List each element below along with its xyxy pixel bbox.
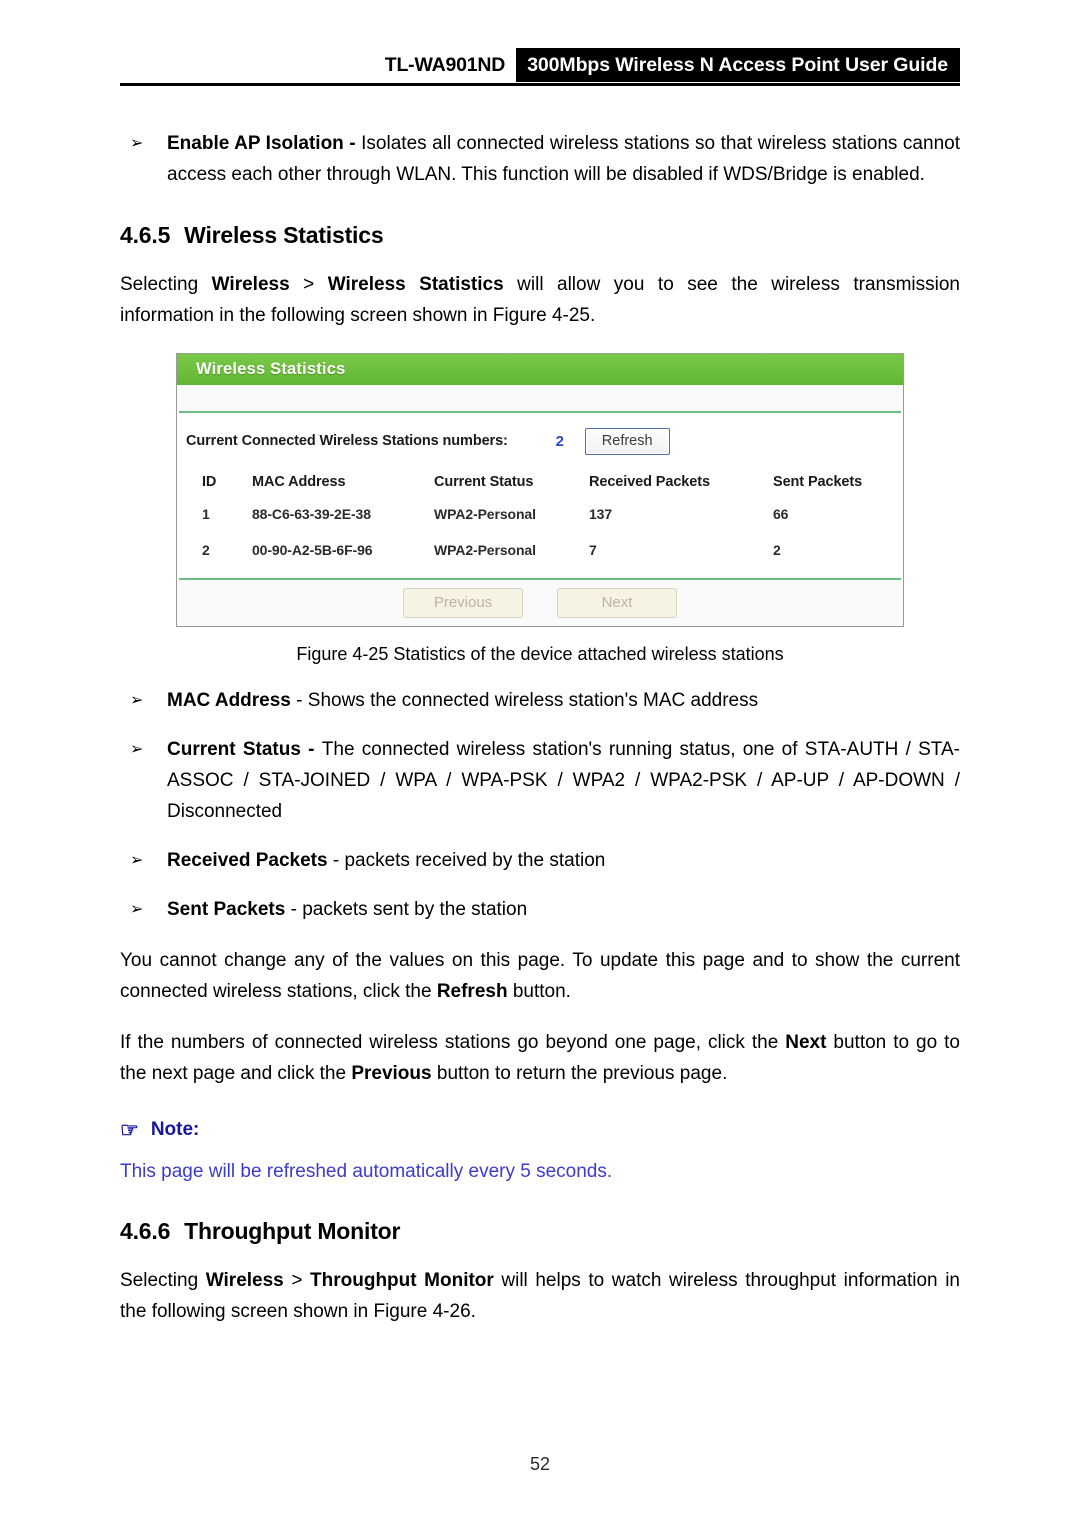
- column-header-received-packets: Received Packets: [589, 474, 710, 490]
- cell-current-status: WPA2-Personal: [434, 506, 536, 522]
- router-ui-panel: Wireless Statistics Current Connected Wi…: [176, 353, 904, 627]
- panel-body: Current Connected Wireless Stations numb…: [177, 413, 903, 578]
- connected-stations-row: Current Connected Wireless Stations numb…: [179, 413, 901, 469]
- document-header: TL-WA901ND 300Mbps Wireless N Access Poi…: [120, 0, 960, 110]
- wireless-stations-table: ID MAC Address Current Status Received P…: [179, 471, 901, 578]
- note-label: Note:: [150, 1119, 200, 1140]
- bullet-text: packets received by the station: [344, 850, 606, 871]
- bullet-sent-packets: ➢ Sent Packets - packets sent by the sta…: [120, 894, 960, 925]
- intro-pre: Selecting: [120, 1270, 206, 1291]
- bullet-dash: -: [290, 690, 308, 711]
- column-header-current-status: Current Status: [434, 474, 534, 490]
- bullet-arrow-icon: ➢: [130, 135, 144, 152]
- intro-bold-wireless: Wireless: [211, 274, 290, 295]
- table-header: ID MAC Address Current Status Received P…: [179, 471, 901, 506]
- previous-button[interactable]: Previous: [403, 588, 523, 618]
- section-466-intro-paragraph: Selecting Wireless > Throughput Monitor …: [120, 1265, 960, 1327]
- header-divider-rule: [120, 83, 960, 86]
- panel-title-text: Wireless Statistics: [196, 360, 346, 378]
- cell-id: 1: [202, 506, 210, 522]
- intro-bold-throughput-monitor: Throughput Monitor: [310, 1270, 494, 1291]
- bullet-term: Sent Packets: [167, 899, 286, 920]
- table-header-row: ID MAC Address Current Status Received P…: [179, 471, 901, 506]
- paragraph-bold-next: Next: [785, 1032, 827, 1053]
- connected-stations-label: Current Connected Wireless Stations numb…: [186, 433, 508, 449]
- column-header-mac-address: MAC Address: [252, 474, 346, 490]
- intro-pre: Selecting: [120, 274, 212, 295]
- bullet-dash: -: [300, 739, 322, 760]
- section-heading-465: 4.6.5 Wireless Statistics: [120, 222, 960, 249]
- bullet-current-status: ➢ Current Status - The connected wireles…: [120, 734, 960, 827]
- bullet-arrow-icon: ➢: [130, 692, 144, 709]
- paragraph-bold-previous: Previous: [351, 1063, 432, 1084]
- cell-mac-address: 00-90-A2-5B-6F-96: [252, 542, 373, 558]
- page-number: 52: [529, 1454, 551, 1474]
- bullet-term: Enable AP Isolation: [167, 133, 344, 154]
- bullet-dash: -: [327, 850, 345, 871]
- header-model-name: TL-WA901ND: [384, 53, 506, 76]
- paragraph-bold-refresh: Refresh: [436, 981, 508, 1002]
- cell-sent-packets: 2: [773, 542, 781, 558]
- document-page: TL-WA901ND 300Mbps Wireless N Access Poi…: [0, 0, 1080, 1527]
- bullet-term: Current Status: [167, 739, 301, 760]
- section-465-intro-paragraph: Selecting Wireless > Wireless Statistics…: [120, 269, 960, 331]
- cell-mac-address: 88-C6-63-39-2E-38: [252, 506, 371, 522]
- paragraph-refresh-info: You cannot change any of the values on t…: [120, 945, 960, 1007]
- note-heading: ☞ Note:: [120, 1119, 960, 1141]
- bullet-text: packets sent by the station: [302, 899, 528, 920]
- cell-received-packets: 137: [589, 506, 613, 522]
- section-heading-466: 4.6.6 Throughput Monitor: [120, 1218, 960, 1245]
- paragraph-text-b: button.: [507, 981, 571, 1002]
- panel-pagination-footer: Previous Next: [177, 580, 903, 626]
- bullet-dash: -: [343, 133, 362, 154]
- figure-caption: Figure 4-25 Statistics of the device att…: [296, 644, 784, 664]
- paragraph-text-a: If the numbers of connected wireless sta…: [120, 1032, 786, 1053]
- cell-sent-packets: 66: [773, 506, 789, 522]
- section-title: Wireless Statistics: [184, 222, 384, 248]
- intro-bold-wireless-statistics: Wireless Statistics: [327, 274, 504, 295]
- header-title-banner: 300Mbps Wireless N Access Point User Gui…: [516, 48, 960, 82]
- refresh-button[interactable]: Refresh: [584, 427, 670, 455]
- paragraph-text-c: button to return the previous page.: [431, 1063, 728, 1084]
- bullet-mac-address: ➢ MAC Address - Shows the connected wire…: [120, 685, 960, 716]
- figure-wireless-statistics: Wireless Statistics Current Connected Wi…: [120, 353, 960, 627]
- section-number: 4.6.6: [120, 1218, 171, 1244]
- cell-id: 2: [202, 542, 210, 558]
- section-title: Throughput Monitor: [184, 1218, 401, 1244]
- table-row: 1 88-C6-63-39-2E-38 WPA2-Personal 137 66: [179, 506, 901, 542]
- cell-current-status: WPA2-Personal: [434, 542, 536, 558]
- bullet-arrow-icon: ➢: [130, 852, 144, 869]
- bullet-term: MAC Address: [167, 690, 291, 711]
- intro-gt: >: [283, 1270, 311, 1291]
- column-header-sent-packets: Sent Packets: [773, 474, 863, 490]
- panel-title-bar: Wireless Statistics: [177, 354, 903, 385]
- bullet-arrow-icon: ➢: [130, 901, 144, 918]
- intro-gt: >: [289, 274, 328, 295]
- paragraph-pagination-info: If the numbers of connected wireless sta…: [120, 1027, 960, 1089]
- section-number: 4.6.5: [120, 222, 171, 248]
- intro-bold-wireless: Wireless: [205, 1270, 284, 1291]
- note-text: This page will be refreshed automaticall…: [120, 1161, 613, 1182]
- bullet-received-packets: ➢ Received Packets - packets received by…: [120, 845, 960, 876]
- bullet-arrow-icon: ➢: [130, 741, 144, 758]
- cell-received-packets: 7: [589, 542, 597, 558]
- table-body: 1 88-C6-63-39-2E-38 WPA2-Personal 137 66…: [179, 506, 901, 578]
- pointing-hand-icon: ☞: [120, 1118, 139, 1142]
- bullet-text: Shows the connected wireless station's M…: [307, 690, 759, 711]
- bullet-dash: -: [285, 899, 303, 920]
- column-header-id: ID: [202, 474, 217, 490]
- connected-stations-count: 2: [555, 432, 564, 450]
- bullet-enable-ap-isolation: ➢ Enable AP Isolation - Isolates all con…: [120, 128, 960, 190]
- panel-top-spacer: [177, 385, 903, 411]
- table-row: 2 00-90-A2-5B-6F-96 WPA2-Personal 7 2: [179, 542, 901, 578]
- next-button[interactable]: Next: [557, 588, 677, 618]
- bullet-term: Received Packets: [167, 850, 328, 871]
- header-row: TL-WA901ND 300Mbps Wireless N Access Poi…: [120, 48, 960, 82]
